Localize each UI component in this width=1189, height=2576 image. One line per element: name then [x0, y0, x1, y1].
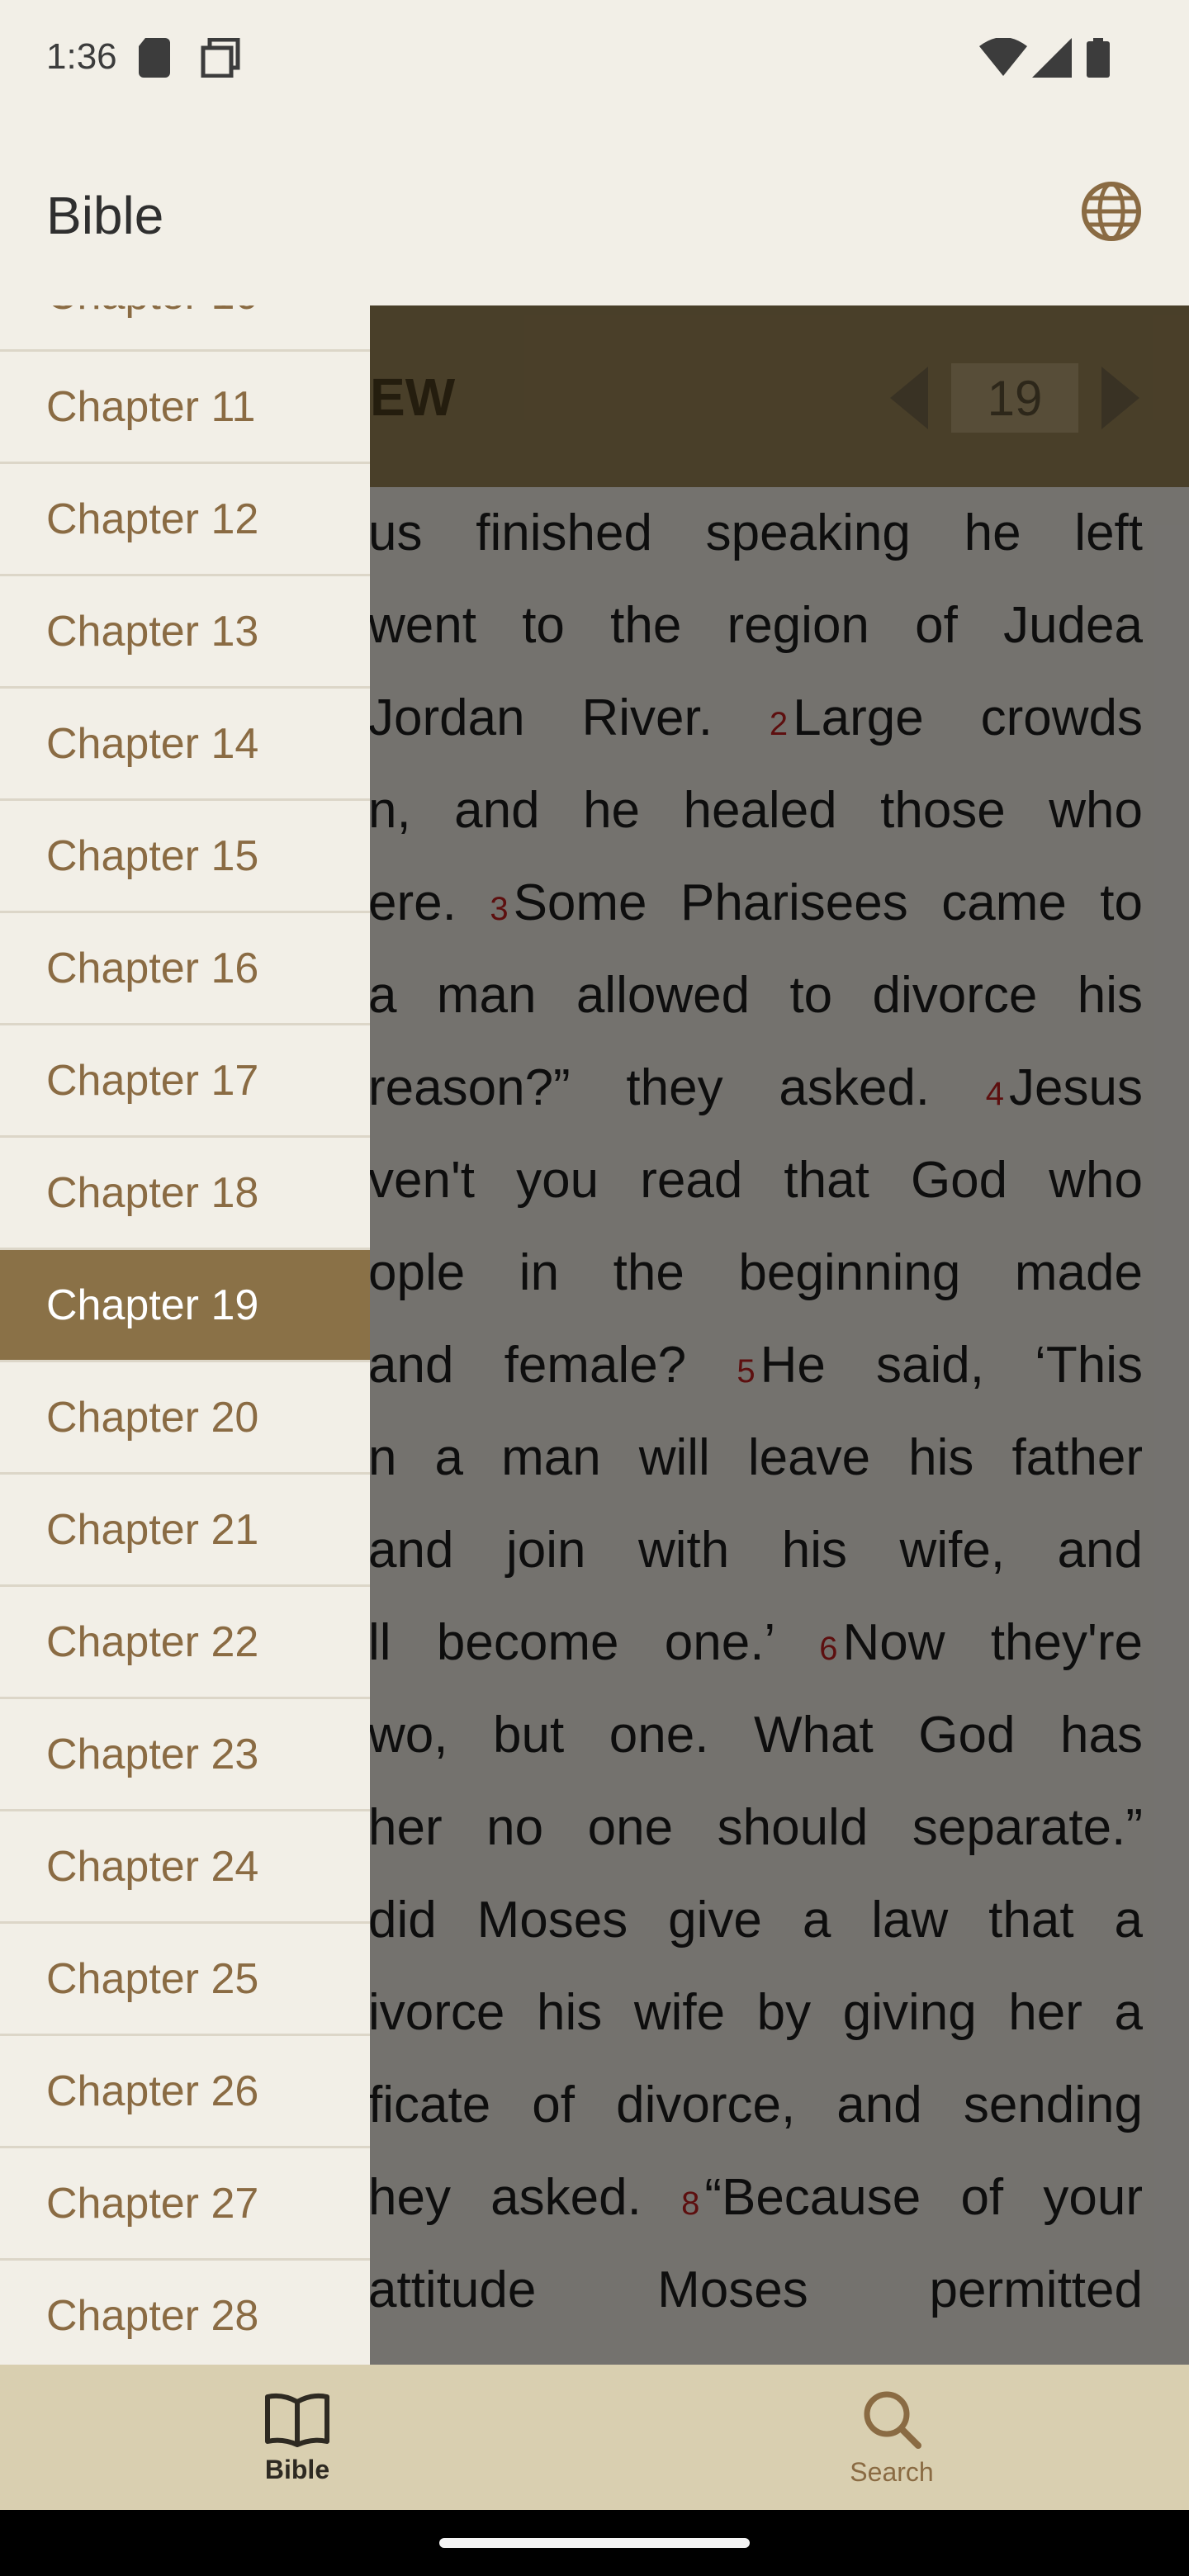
sd-card-icon: [139, 38, 170, 78]
chapter-item[interactable]: Chapter 19: [0, 1250, 370, 1362]
chapter-item[interactable]: Chapter 27: [0, 2148, 370, 2261]
chapter-item[interactable]: Chapter 11: [0, 352, 370, 464]
nav-bible-label: Bible: [264, 2454, 330, 2484]
status-bar: 1:36: [0, 0, 1189, 116]
app-bar: Bible: [0, 116, 1189, 305]
app-title: Bible: [46, 186, 164, 245]
chapter-item[interactable]: Chapter 15: [0, 801, 370, 913]
chapter-item[interactable]: Chapter 23: [0, 1699, 370, 1811]
globe-icon[interactable]: [1080, 180, 1143, 243]
chapter-item[interactable]: Chapter 18: [0, 1138, 370, 1250]
status-time: 1:36: [46, 36, 117, 77]
search-icon: [864, 2391, 921, 2449]
chapter-item[interactable]: Chapter 21: [0, 1475, 370, 1587]
battery-icon: [1087, 38, 1110, 78]
bottom-navigation: Bible Search: [0, 2365, 1189, 2510]
chapter-drawer: Chapter 10Chapter 11Chapter 12Chapter 13…: [0, 305, 370, 2365]
chapter-item[interactable]: Chapter 26: [0, 2036, 370, 2148]
chapter-item[interactable]: Chapter 10: [0, 305, 370, 352]
chapter-item[interactable]: Chapter 28: [0, 2261, 370, 2365]
chapter-item[interactable]: Chapter 16: [0, 913, 370, 1025]
nav-bible[interactable]: Bible: [0, 2365, 594, 2510]
nav-search[interactable]: Search: [594, 2365, 1189, 2510]
chapter-item[interactable]: Chapter 14: [0, 689, 370, 801]
nav-search-label: Search: [850, 2456, 934, 2487]
chapter-item[interactable]: Chapter 12: [0, 464, 370, 576]
book-icon: [265, 2393, 329, 2447]
wifi-icon: [979, 38, 1027, 76]
chapter-item[interactable]: Chapter 13: [0, 576, 370, 689]
signal-icon: [1032, 38, 1072, 78]
gesture-bar: [0, 2510, 1189, 2576]
chapter-item[interactable]: Chapter 20: [0, 1362, 370, 1475]
chapter-item[interactable]: Chapter 24: [0, 1811, 370, 1924]
chapter-item[interactable]: Chapter 25: [0, 1924, 370, 2036]
chapter-item[interactable]: Chapter 22: [0, 1587, 370, 1699]
chapter-list: Chapter 10Chapter 11Chapter 12Chapter 13…: [0, 305, 370, 2365]
chapter-item[interactable]: Chapter 17: [0, 1025, 370, 1138]
screenshot-icon: [201, 38, 240, 78]
home-gesture-handle[interactable]: [439, 2538, 750, 2548]
